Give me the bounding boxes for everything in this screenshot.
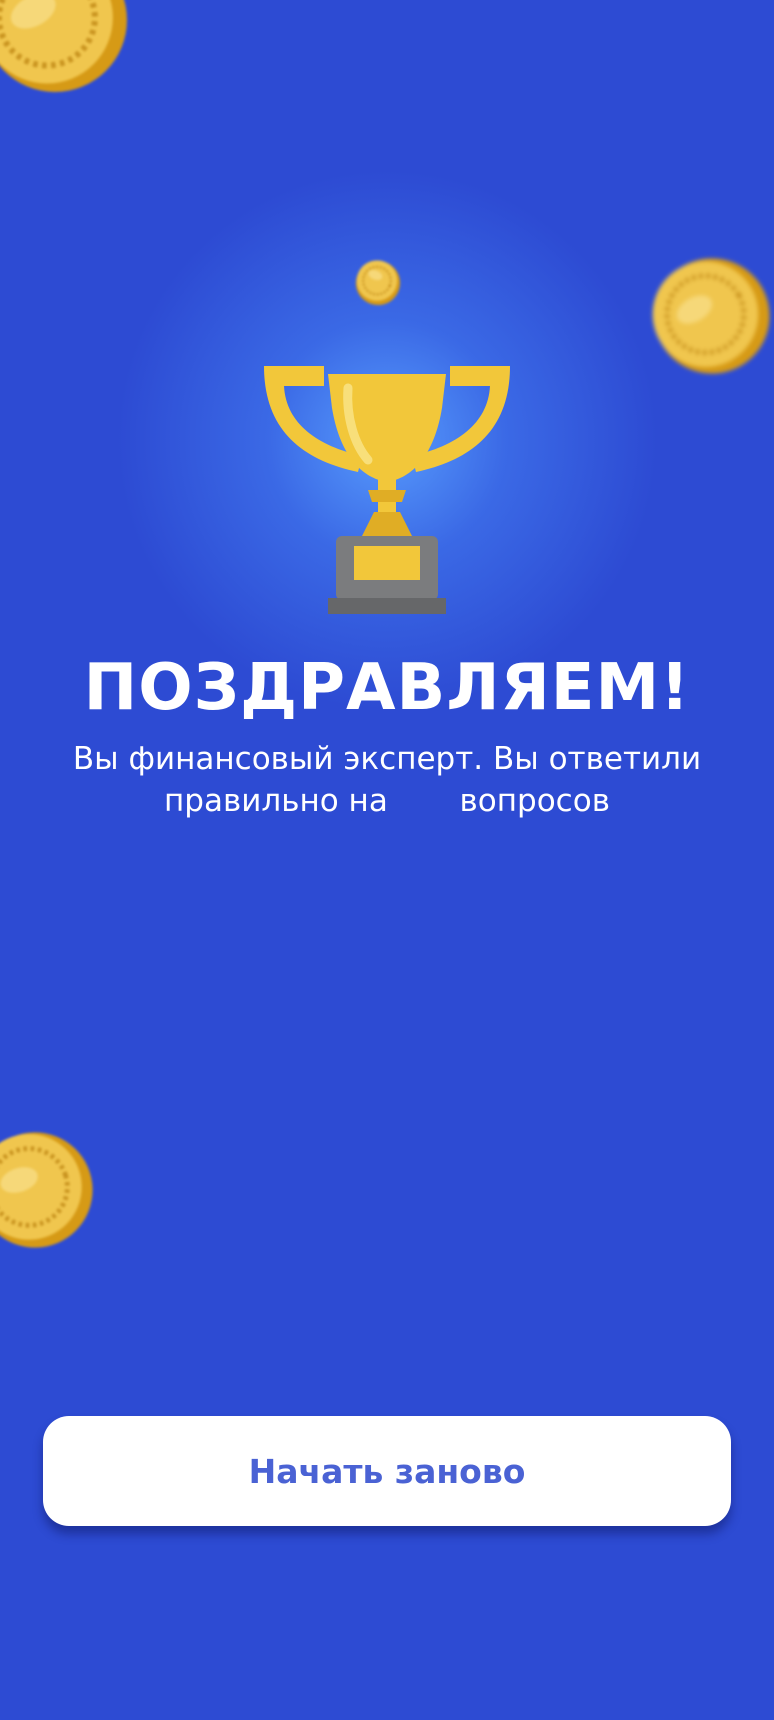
result-message-suffix: вопросов bbox=[459, 783, 610, 819]
trophy-icon bbox=[264, 366, 510, 614]
congrats-title: ПОЗДРАВЛЯЕМ! bbox=[83, 651, 691, 725]
result-message-line1: Вы финансовый эксперт. Вы ответили bbox=[72, 741, 702, 777]
result-message: Вы финансовый эксперт. Вы ответили прави… bbox=[30, 738, 744, 822]
restart-button[interactable]: Начать заново bbox=[43, 1416, 731, 1526]
result-message-prefix: правильно на bbox=[164, 783, 388, 819]
gold-coin-icon bbox=[0, 1132, 93, 1248]
result-message-line2: правильно на вопросов bbox=[30, 780, 744, 822]
gold-coin-icon bbox=[0, 0, 127, 93]
result-screen: ПОЗДРАВЛЯЕМ! Вы финансовый эксперт. Вы о… bbox=[0, 0, 774, 1720]
